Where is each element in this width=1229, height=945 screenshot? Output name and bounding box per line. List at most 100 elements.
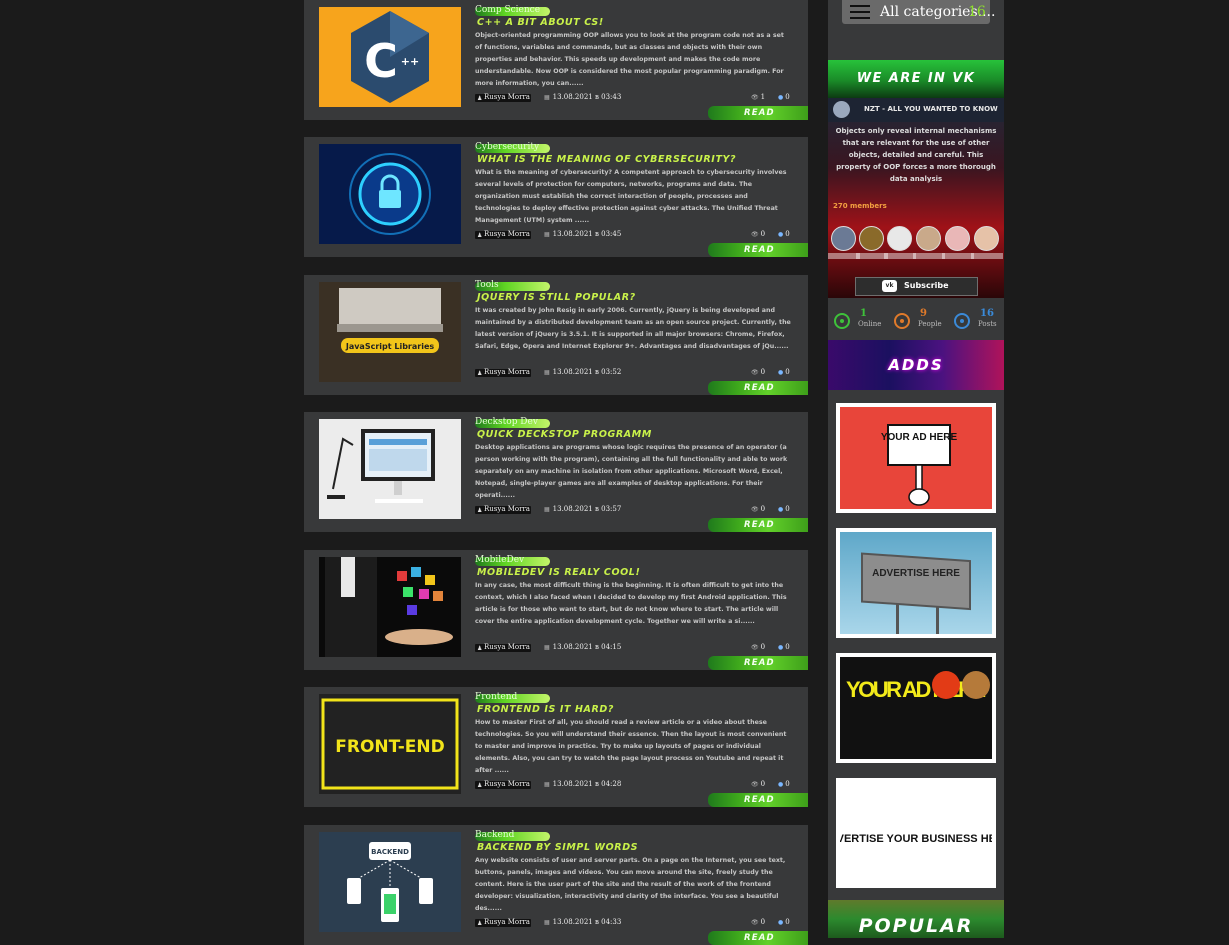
calendar-icon: ▦ [544, 919, 550, 926]
post-title[interactable]: JQUERY IS STILL POPULAR? [477, 292, 636, 303]
post-excerpt: How to master First of all, you should r… [475, 719, 787, 774]
vk-heading: WE ARE IN VK [828, 60, 1004, 98]
post-date-text: 13.08.2021 в 04:15 [552, 643, 622, 651]
vk-widget[interactable]: NZT - ALL YOU WANTED TO KNOW Objects onl… [828, 98, 1004, 298]
post-author[interactable]: ♟ Rusya Morra [475, 918, 531, 927]
post-title[interactable]: QUICK DECKSTOP PROGRAMM [477, 429, 652, 440]
post-comments-count: 0 [785, 918, 790, 926]
post-category-badge[interactable]: MobileDev [475, 555, 550, 566]
all-categories-button[interactable]: All categories.... 16 [842, 0, 995, 24]
ad-banner-4[interactable]: ADVERTISE YOUR BUSINESS HERE [836, 778, 996, 888]
post-comments-count: 0 [785, 780, 790, 788]
read-button[interactable]: READ [708, 793, 808, 807]
read-button[interactable]: READ [708, 243, 808, 257]
vk-group-header[interactable]: NZT - ALL YOU WANTED TO KNOW [828, 98, 1004, 122]
vk-heading-text: WE ARE IN VK [856, 71, 976, 86]
read-button-label: READ [744, 108, 775, 118]
post-thumbnail[interactable]: C ++ [319, 7, 461, 107]
post-category: Frontend [475, 692, 518, 702]
user-icon: ♟ [477, 782, 483, 789]
post-date: ▦ 13.08.2021 в 04:15 [544, 643, 621, 651]
post-author[interactable]: ♟ Rusya Morra [475, 230, 531, 239]
comment-icon: ● [778, 919, 784, 926]
post-excerpt: In any case, the most difficult thing is… [475, 582, 787, 625]
post-category: Cybersecurity [475, 142, 540, 152]
post-title[interactable]: WHAT IS THE MEANING OF CYBERSECURITY? [477, 154, 736, 165]
post-author[interactable]: ♟ Rusya Morra [475, 780, 531, 789]
read-button[interactable]: READ [708, 106, 808, 120]
post-thumbnail[interactable]: FRONT-END [319, 694, 461, 794]
eye-icon: 👁 [751, 506, 759, 513]
post-thumbnail[interactable] [319, 557, 461, 657]
post-author-name: Rusya Morra [484, 918, 530, 926]
user-icon: ♟ [477, 920, 483, 927]
post-author-name: Rusya Morra [484, 780, 530, 788]
post-author-name: Rusya Morra [484, 643, 530, 651]
post-title[interactable]: BACKEND BY SIMPL WORDS [477, 842, 638, 853]
ad-banner-1[interactable]: YOUR AD HERE [836, 403, 996, 513]
site-stats: 1 Online 9 People 16 Posts [828, 298, 1004, 340]
post-title[interactable]: FRONTEND IS IT HARD? [477, 704, 614, 715]
comment-icon: ● [778, 781, 784, 788]
post-date-text: 13.08.2021 в 04:33 [552, 918, 622, 926]
eye-icon: 👁 [751, 94, 759, 101]
avatar[interactable] [913, 226, 945, 259]
vk-logo-icon: vk [882, 280, 897, 292]
post-thumbnail[interactable] [319, 419, 461, 519]
post-date: ▦ 13.08.2021 в 03:57 [544, 505, 621, 513]
stat-posts: 16 Posts [950, 298, 1006, 340]
comment-icon: ● [778, 94, 784, 101]
post-views: 👁 0 [751, 780, 765, 788]
post-views: 👁 0 [751, 643, 765, 651]
post-views: 👁 0 [751, 505, 765, 513]
calendar-icon: ▦ [544, 94, 550, 101]
post-category-badge[interactable]: Frontend [475, 692, 550, 703]
post-thumbnail[interactable]: BACKEND [319, 832, 461, 932]
post-author[interactable]: ♟ Rusya Morra [475, 93, 531, 102]
post-date-text: 13.08.2021 в 03:57 [552, 505, 622, 513]
post-card: JavaScript Libraries Tools JQUERY IS STI… [304, 275, 808, 395]
post-category: MobileDev [475, 555, 525, 565]
ad-billboard-image: ADVERTISE HERE [861, 552, 971, 634]
post-thumbnail[interactable]: JavaScript Libraries [319, 282, 461, 382]
post-category-badge[interactable]: Cybersecurity [475, 142, 550, 153]
post-author[interactable]: ♟ Rusya Morra [475, 505, 531, 514]
post-category-badge[interactable]: Comp Science [475, 5, 550, 16]
ad-banner-2[interactable]: ADVERTISE HERE [836, 528, 996, 638]
stat-value: 16 [980, 308, 994, 319]
post-author-name: Rusya Morra [484, 93, 530, 101]
popular-heading: POPULAR [828, 900, 1004, 938]
post-title[interactable]: C++ A BIT ABOUT CS! [477, 17, 604, 28]
ad-banner-3[interactable]: YOUR AD HERE [836, 653, 996, 763]
avatar[interactable] [856, 226, 888, 259]
read-button[interactable]: READ [708, 518, 808, 532]
post-title[interactable]: MOBILEDEV IS REALY COOL! [477, 567, 640, 578]
post-excerpt: What is the meaning of cybersecurity? A … [475, 169, 787, 224]
avatar[interactable] [828, 226, 860, 259]
popular-heading-text: POPULAR [858, 915, 974, 937]
online-icon [834, 313, 850, 329]
post-category-badge[interactable]: Tools [475, 280, 550, 291]
post-excerpt: Object-oriented programming OOP allows y… [475, 32, 784, 87]
calendar-icon: ▦ [544, 231, 550, 238]
user-icon: ♟ [477, 645, 483, 652]
vk-subscribe-button[interactable]: vk Subscribe [855, 277, 978, 296]
read-button[interactable]: READ [708, 381, 808, 395]
post-date: ▦ 13.08.2021 в 03:43 [544, 93, 621, 101]
post-author[interactable]: ♟ Rusya Morra [475, 643, 531, 652]
avatar[interactable] [884, 226, 916, 259]
post-card: FRONT-END Frontend FRONTEND IS IT HARD? … [304, 687, 808, 807]
read-button[interactable]: READ [708, 656, 808, 670]
read-button[interactable]: READ [708, 931, 808, 945]
read-button-label: READ [744, 658, 775, 668]
avatar[interactable] [971, 226, 1003, 259]
post-category-badge[interactable]: Backend [475, 830, 550, 841]
ads-heading: ADDS [828, 340, 1004, 390]
post-category-badge[interactable]: Deckstop Dev [475, 417, 550, 428]
post-thumbnail[interactable] [319, 144, 461, 244]
vk-subscribe-label: Subscribe [904, 281, 949, 290]
post-author[interactable]: ♟ Rusya Morra [475, 368, 531, 377]
avatar[interactable] [942, 226, 974, 259]
ad-1-text-a: YOUR AD HERE [881, 432, 958, 443]
post-category: Comp Science [475, 5, 541, 15]
